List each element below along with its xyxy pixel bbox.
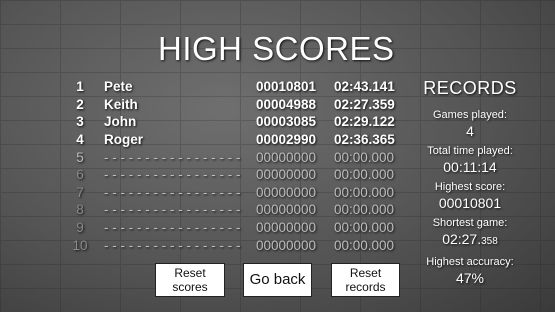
score-time: 00:00.000 — [334, 184, 395, 200]
records-panel: RECORDS Games played: 4 Total time playe… — [418, 78, 522, 292]
games-played-label: Games played: — [433, 109, 507, 121]
highest-accuracy-label: Highest accuracy: — [426, 256, 514, 268]
score-name: - - - - - - - - - - - - - - - - - — [104, 220, 241, 236]
score-value: 00010801 — [256, 79, 317, 95]
score-value: 00003085 — [256, 114, 317, 130]
score-time: 00:00.000 — [334, 167, 395, 183]
score-value: 00000000 — [256, 149, 317, 165]
score-time: 02:27.359 — [334, 96, 395, 112]
shortest-game-ms: 358 — [481, 236, 498, 247]
highest-score-value: 00010801 — [438, 195, 502, 211]
score-rank: 1 — [76, 79, 84, 95]
score-name: - - - - - - - - - - - - - - - - - — [104, 237, 241, 253]
highest-accuracy-value: 47% — [455, 270, 485, 286]
highest-score-label: Highest score: — [434, 181, 506, 193]
score-rank: 10 — [72, 237, 88, 253]
score-value: 00004988 — [256, 96, 317, 112]
score-row: 1 Pete 00010801 02:43.141 — [70, 78, 404, 96]
score-row: 5 - - - - - - - - - - - - - - - - - 000000… — [70, 148, 404, 166]
score-rank: 4 — [76, 132, 84, 148]
score-rank: 5 — [76, 149, 84, 165]
score-value: 00002990 — [256, 132, 317, 148]
reset-records-button[interactable]: Reset records — [331, 263, 400, 297]
score-name: Roger — [104, 132, 144, 148]
score-rank: 7 — [76, 184, 84, 200]
score-rank: 6 — [76, 167, 84, 183]
score-row: 4 Roger 00002990 02:36.365 — [70, 131, 404, 149]
score-value: 00000000 — [256, 202, 317, 218]
score-time: 00:00.000 — [334, 220, 395, 236]
score-time: 00:00.000 — [334, 202, 395, 218]
score-name: Keith — [104, 96, 138, 112]
score-row: 3 John 00003085 02:29.122 — [70, 113, 404, 131]
records-title: RECORDS — [423, 78, 517, 98]
score-rank: 9 — [76, 220, 84, 236]
score-name: John — [104, 114, 137, 130]
score-value: 00000000 — [256, 184, 317, 200]
score-value: 00000000 — [256, 220, 317, 236]
score-name: - - - - - - - - - - - - - - - - - — [104, 167, 241, 183]
score-time: 02:43.141 — [334, 79, 395, 95]
score-row: 8 - - - - - - - - - - - - - - - - - 000000… — [70, 201, 404, 219]
reset-records-label: Reset records — [345, 266, 386, 294]
score-rank: 3 — [76, 114, 84, 130]
page-title: HIGH SCORES — [158, 30, 395, 67]
score-rank: 2 — [76, 96, 84, 112]
games-played-value: 4 — [466, 123, 474, 139]
go-back-label: Go back — [249, 271, 306, 288]
score-time: 00:00.000 — [334, 237, 395, 253]
score-rank: 8 — [76, 202, 84, 218]
score-value: 00000000 — [256, 237, 317, 253]
score-name: - - - - - - - - - - - - - - - - - — [104, 184, 241, 200]
reset-scores-button[interactable]: Reset scores — [155, 263, 225, 297]
shortest-game-value: 02:27.358 — [418, 230, 522, 251]
high-scores-table: 1 Pete 00010801 02:43.141 2 Keith 00004988 02:2… — [70, 78, 404, 254]
shortest-game-label: Shortest game: — [432, 217, 508, 229]
score-name: - - - - - - - - - - - - - - - - - — [104, 149, 241, 165]
shortest-game-main: 02:27. — [442, 231, 482, 247]
total-time-label: Total time played: — [427, 145, 513, 157]
score-row: 10 - - - - - - - - - - - - - - - - - 00000… — [70, 236, 404, 254]
score-row: 6 - - - - - - - - - - - - - - - - - 000000… — [70, 166, 404, 184]
score-name: Pete — [104, 79, 133, 95]
score-time: 00:00.000 — [334, 149, 395, 165]
score-row: 7 - - - - - - - - - - - - - - - - - 000000… — [70, 184, 404, 202]
score-row: 2 Keith 00004988 02:27.359 — [70, 96, 404, 114]
score-name: - - - - - - - - - - - - - - - - - — [104, 202, 241, 218]
go-back-button[interactable]: Go back — [243, 263, 312, 297]
score-row: 9 - - - - - - - - - - - - - - - - - 000000… — [70, 219, 404, 237]
total-time-value: 00:11:14 — [443, 159, 497, 175]
score-value: 00000000 — [256, 167, 317, 183]
score-time: 02:36.365 — [334, 132, 395, 148]
reset-scores-label: Reset scores — [172, 266, 208, 294]
score-time: 02:29.122 — [334, 114, 395, 130]
